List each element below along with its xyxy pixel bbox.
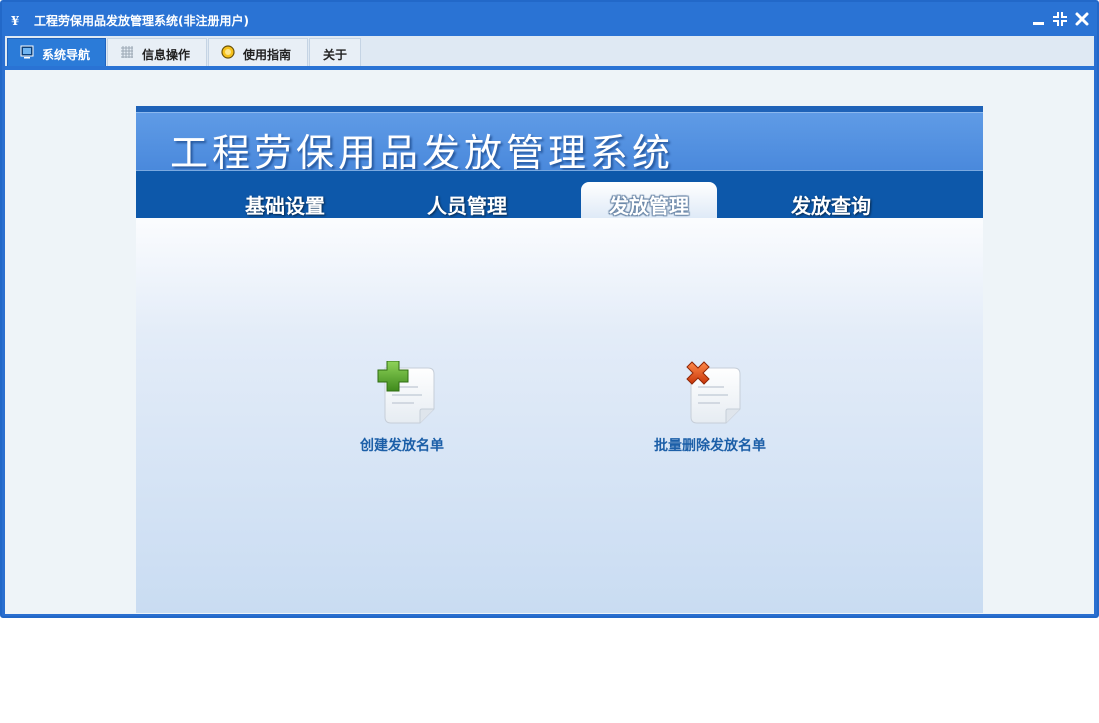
tab-label: 基础设置	[245, 194, 325, 218]
create-list-label: 创建发放名单	[360, 438, 444, 454]
tab-label: 发放管理	[609, 194, 689, 218]
grid-icon	[121, 46, 133, 58]
menu-tab-about[interactable]: 关于	[309, 38, 361, 66]
document-add-icon	[377, 361, 435, 424]
tab-label: 发放查询	[791, 194, 871, 218]
document-delete-icon	[686, 361, 741, 424]
window-title: 工程劳保用品发放管理系统(非注册用户)	[34, 14, 249, 28]
tab-basic-settings[interactable]: 基础设置	[217, 182, 353, 218]
close-icon[interactable]	[1074, 11, 1090, 27]
create-list-button[interactable]: 创建发放名单	[352, 361, 472, 457]
tab-issue-management[interactable]: 发放管理	[581, 182, 717, 218]
batch-delete-list-button[interactable]: 批量删除发放名单	[648, 361, 788, 457]
banner-title: 工程劳保用品发放管理系统	[170, 131, 675, 175]
batch-delete-list-label: 批量删除发放名单	[654, 438, 766, 454]
svg-text:¥: ¥	[11, 14, 19, 27]
tab-label: 人员管理	[427, 194, 507, 218]
menu-tab-info-ops[interactable]: 信息操作	[107, 38, 207, 66]
minimize-icon[interactable]	[1031, 11, 1047, 27]
app-logo-icon: ¥	[11, 14, 19, 27]
module-nav: 基础设置 人员管理 发放管理 发放查询	[136, 170, 983, 218]
app-window: ¥ 工程劳保用品发放管理系统(非注册用户) 系统导航 信息操作 使用指南 关于 …	[0, 0, 1099, 618]
menu-tab-label: 信息操作	[142, 48, 191, 62]
title-bar[interactable]: ¥ 工程劳保用品发放管理系统(非注册用户)	[2, 2, 1097, 36]
tab-issue-query[interactable]: 发放查询	[763, 182, 899, 218]
menu-tab-label: 系统导航	[42, 48, 91, 62]
menu-tab-label: 使用指南	[243, 48, 292, 62]
menu-tab-system-nav[interactable]: 系统导航	[7, 38, 106, 66]
menu-bar: 系统导航 信息操作 使用指南 关于	[5, 36, 1094, 66]
tab-personnel[interactable]: 人员管理	[399, 182, 535, 218]
menu-tab-label: 关于	[323, 48, 348, 62]
main-panel: 工程劳保用品发放管理系统 基础设置 人员管理 发放管理 发放查询 创建发放名单 …	[136, 106, 983, 613]
system-banner: 工程劳保用品发放管理系统	[136, 112, 983, 175]
help-circle-icon	[221, 45, 235, 59]
client-area: 工程劳保用品发放管理系统 基础设置 人员管理 发放管理 发放查询 创建发放名单 …	[5, 70, 1094, 614]
restore-icon[interactable]	[1052, 11, 1068, 27]
monitor-icon	[20, 45, 34, 59]
menu-tab-user-guide[interactable]: 使用指南	[208, 38, 308, 66]
